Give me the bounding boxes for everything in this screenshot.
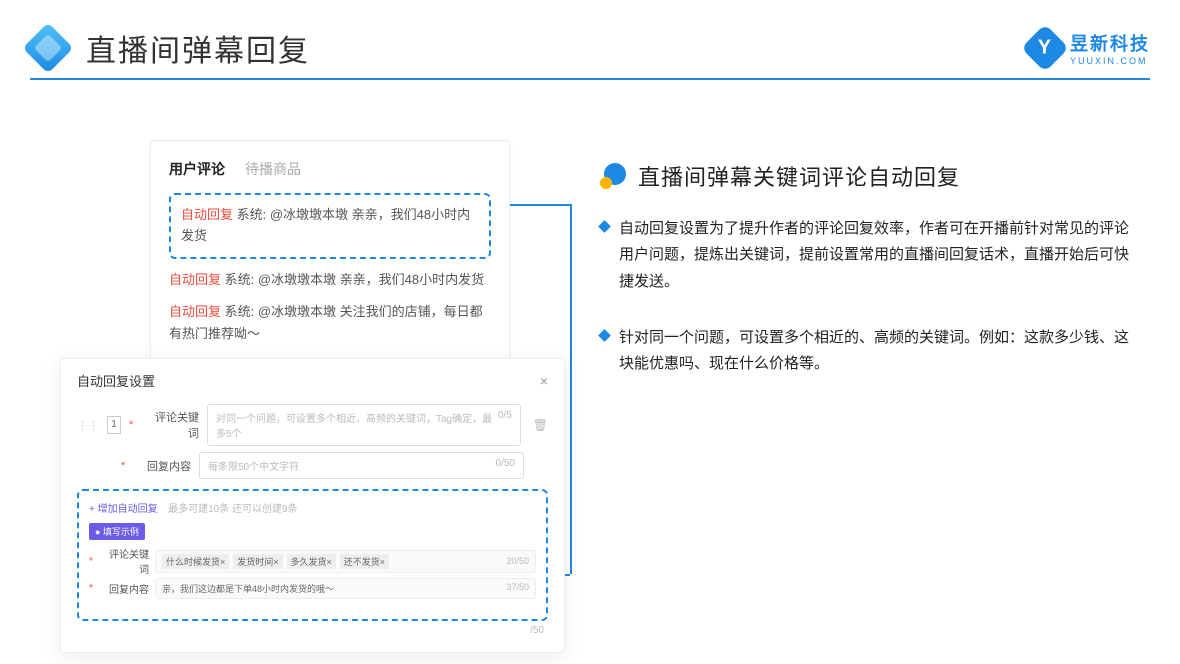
header-cube-icon: [23, 23, 74, 74]
diamond-icon: [598, 220, 611, 233]
content-input[interactable]: 每条限50个中文字符0/50: [199, 452, 524, 479]
brand-logo-icon: Y: [1021, 24, 1069, 72]
bullet-point: 自动回复设置为了提升作者的评论回复效率，作者可在开播前针对常见的评论用户问题，提…: [600, 216, 1130, 295]
add-reply-note: 最多可建10条 还可以创建9条: [168, 504, 297, 515]
example-section: + 增加自动回复 最多可建10条 还可以创建9条 ● 填写示例 * 评论关键词 …: [77, 489, 548, 621]
bullet-point: 针对同一个问题，可设置多个相近的、高频的关键词。例如：这款多少钱、这块能优惠吗、…: [600, 325, 1130, 378]
eg-content-value[interactable]: 亲，我们这边都是下单48小时内发货的哦～37/50: [155, 578, 536, 599]
comment-line: 自动回复 系统: @冰墩墩本墩 亲亲，我们48小时内发货: [169, 269, 491, 291]
delete-icon[interactable]: 🗑: [533, 418, 548, 432]
point-text: 针对同一个问题，可设置多个相近的、高频的关键词。例如：这款多少钱、这块能优惠吗、…: [619, 325, 1130, 378]
eg-content-label: 回复内容: [103, 581, 149, 596]
tag: 什么时候发货×: [162, 554, 229, 569]
keyword-input[interactable]: 对同一个问题，可设置多个相近、高频的关键词，Tag确定，最多5个0/5: [207, 404, 521, 446]
modal-title: 自动回复设置: [77, 371, 155, 390]
row-number: 1: [107, 416, 121, 434]
drag-handle-icon[interactable]: ⋮⋮: [77, 419, 99, 432]
tag: 发货时间×: [233, 554, 282, 569]
auto-reply-badge: 自动回复: [181, 207, 233, 222]
page-title: 直播间弹幕回复: [86, 26, 310, 70]
section-title: 直播间弹幕关键词评论自动回复: [638, 160, 960, 192]
brand-url: YUUXIN.COM: [1070, 56, 1150, 66]
keyword-label: 评论关键词: [145, 409, 199, 441]
tag: 还不发货×: [340, 554, 389, 569]
brand-block: Y 昱新科技 YUUXIN.COM: [1028, 30, 1150, 66]
content-label: 回复内容: [137, 458, 191, 474]
highlighted-comment: 自动回复 系统: @冰墩墩本墩 亲亲，我们48小时内发货: [169, 193, 491, 259]
point-text: 自动回复设置为了提升作者的评论回复效率，作者可在开播前针对常见的评论用户问题，提…: [619, 216, 1130, 295]
comments-panel: 用户评论 待播商品 自动回复 系统: @冰墩墩本墩 亲亲，我们48小时内发货 自…: [150, 140, 510, 370]
eg-keyword-label: 评论关键词: [103, 546, 149, 576]
tag: 多久发货×: [287, 554, 336, 569]
add-reply-link[interactable]: + 增加自动回复: [89, 504, 158, 515]
connector-line: [570, 204, 572, 574]
extra-counter: /50: [77, 625, 548, 636]
close-icon[interactable]: ×: [540, 373, 548, 389]
brand-name: 昱新科技: [1070, 30, 1150, 56]
settings-modal: 自动回复设置 × ⋮⋮ 1 * 评论关键词 对同一个问题，可设置多个相近、高频的…: [60, 358, 565, 653]
comment-line: 自动回复 系统: @冰墩墩本墩 关注我们的店铺，每日都有热门推荐呦～: [169, 301, 491, 345]
diamond-icon: [598, 329, 611, 342]
description-area: 直播间弹幕关键词评论自动回复 自动回复设置为了提升作者的评论回复效率，作者可在开…: [600, 160, 1130, 407]
eg-keyword-tags[interactable]: 什么时候发货× 发货时间× 多久发货× 还不发货× 20/50: [155, 550, 536, 573]
tab-user-comments[interactable]: 用户评论: [169, 159, 225, 179]
example-badge: ● 填写示例: [89, 523, 145, 540]
page-header: 直播间弹幕回复 Y 昱新科技 YUUXIN.COM: [30, 30, 1150, 80]
section-bullet-icon: [600, 163, 626, 189]
tab-pending-products[interactable]: 待播商品: [245, 159, 301, 179]
connector-line: [510, 204, 570, 206]
